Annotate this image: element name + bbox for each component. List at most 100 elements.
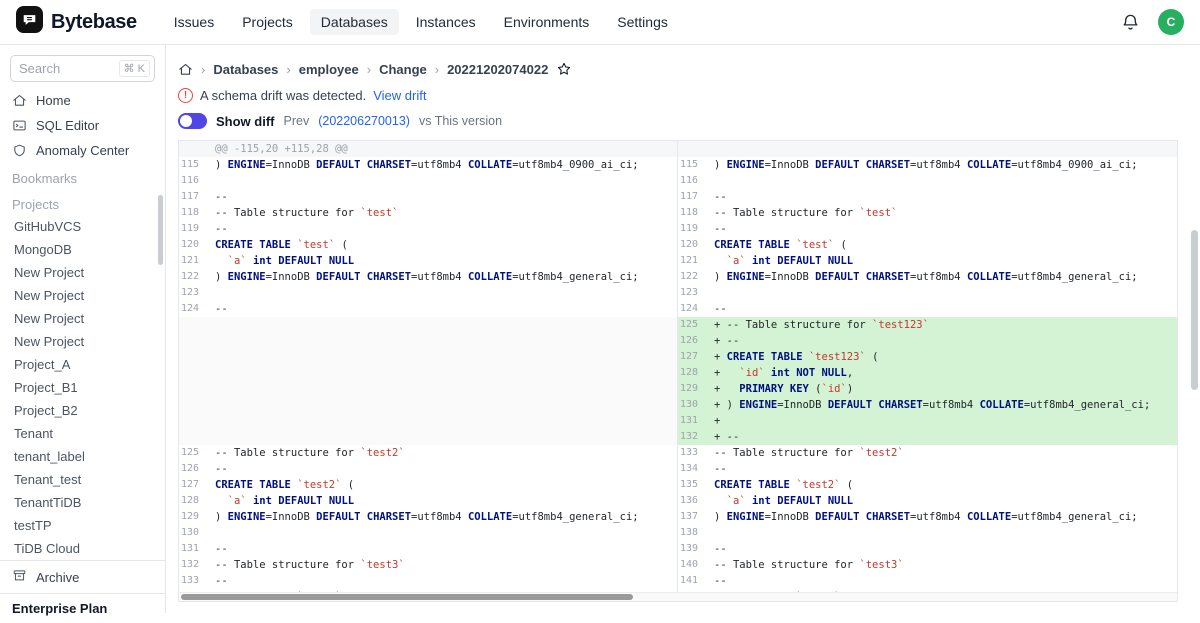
top-nav: IssuesProjectsDatabasesInstancesEnvironm… — [163, 9, 679, 35]
code-text — [209, 285, 677, 301]
line-number: 126 — [678, 333, 708, 349]
line-number: 129 — [179, 509, 209, 525]
diff-line-right-118: 118-- Table structure for `test` — [678, 205, 1177, 221]
archive-icon — [12, 568, 27, 586]
prev-version-link[interactable]: (202206270013) — [318, 114, 410, 128]
code-text: -- Table structure for `test` — [708, 205, 1177, 221]
diff-line-right-130: 130+ ) ENGINE=InnoDB DEFAULT CHARSET=utf… — [678, 397, 1177, 413]
sidebar-item-anomaly-center[interactable]: Anomaly Center — [0, 138, 165, 163]
project-item[interactable]: TiDB Cloud — [0, 537, 165, 560]
project-item[interactable]: TenantTiDB — [0, 491, 165, 514]
diff-line-left-129: 129) ENGINE=InnoDB DEFAULT CHARSET=utf8m… — [179, 509, 677, 525]
show-diff-toggle[interactable] — [178, 113, 207, 129]
project-item[interactable]: MongoDB — [0, 238, 165, 261]
line-number: 130 — [179, 525, 209, 541]
code-text — [209, 317, 677, 333]
code-text: CREATE TABLE `test2` ( — [708, 477, 1177, 493]
sidebar-item-home[interactable]: Home — [0, 88, 165, 113]
sidebar-item-archive[interactable]: Archive — [0, 560, 165, 593]
code-text: -- — [708, 461, 1177, 477]
project-item[interactable]: testTP — [0, 514, 165, 537]
nav-instances[interactable]: Instances — [405, 9, 487, 35]
code-text: CREATE TABLE `test` ( — [209, 237, 677, 253]
alert-text: A schema drift was detected. — [200, 88, 366, 103]
line-number: 120 — [678, 237, 708, 253]
sql-icon — [12, 118, 27, 133]
alert-circle-icon: ! — [178, 88, 193, 103]
code-text — [209, 525, 677, 541]
line-number — [179, 333, 209, 349]
code-text — [209, 333, 677, 349]
diff-line-right-124: 124-- — [678, 301, 1177, 317]
line-number — [179, 141, 209, 157]
diff-line-left — [179, 349, 677, 365]
sidebar-item-label: Home — [36, 93, 71, 108]
breadcrumb-item[interactable]: Databases — [213, 62, 278, 77]
breadcrumb-item[interactable]: employee — [299, 62, 359, 77]
nav-projects[interactable]: Projects — [231, 9, 304, 35]
project-item[interactable]: tenant_label — [0, 445, 165, 468]
diff-horizontal-scrollbar[interactable] — [181, 594, 633, 600]
code-text: ) ENGINE=InnoDB DEFAULT CHARSET=utf8mb4 … — [708, 509, 1177, 525]
line-number: 133 — [179, 573, 209, 589]
anomaly-icon — [12, 143, 27, 158]
breadcrumb-item[interactable]: Change — [379, 62, 427, 77]
diff-horizontal-scrollbar-track — [179, 592, 1177, 601]
breadcrumb-item[interactable]: 20221202074022 — [447, 62, 548, 77]
line-number: 121 — [179, 253, 209, 269]
code-text: + -- Table structure for `test123` — [708, 317, 1177, 333]
nav-databases[interactable]: Databases — [310, 9, 399, 35]
project-item[interactable]: Tenant — [0, 422, 165, 445]
diff-line-left-124: 124-- — [179, 301, 677, 317]
code-text: -- Table structure for `test2` — [209, 445, 677, 461]
diff-line-right-128: 128+ `id` int NOT NULL, — [678, 365, 1177, 381]
nav-environments[interactable]: Environments — [493, 9, 601, 35]
breadcrumb-home-icon[interactable] — [178, 62, 193, 77]
sidebar-nav: Home SQL Editor Anomaly Center — [0, 88, 165, 163]
code-text: `a` int DEFAULT NULL — [708, 253, 1177, 269]
project-item[interactable]: Project_B2 — [0, 399, 165, 422]
code-text: -- — [708, 189, 1177, 205]
project-item[interactable]: New Project — [0, 284, 165, 307]
project-item[interactable]: Project_B1 — [0, 376, 165, 399]
diff-line-left: @@ -115,20 +115,28 @@ — [179, 141, 677, 157]
line-number: 128 — [179, 493, 209, 509]
bytebase-logo[interactable]: Bytebase — [16, 6, 137, 38]
project-item[interactable]: Project_A — [0, 353, 165, 376]
diff-line-right-117: 117-- — [678, 189, 1177, 205]
avatar[interactable]: C — [1158, 9, 1184, 35]
view-drift-link[interactable]: View drift — [373, 88, 426, 103]
nav-issues[interactable]: Issues — [163, 9, 225, 35]
diff-line-left-131: 131-- — [179, 541, 677, 557]
line-number — [179, 397, 209, 413]
sidebar-item-label: SQL Editor — [36, 118, 99, 133]
line-number: 132 — [179, 557, 209, 573]
project-item[interactable]: Tenant_test — [0, 468, 165, 491]
code-text: -- — [209, 221, 677, 237]
window-scrollbar[interactable] — [1191, 230, 1198, 390]
sidebar-item-sql-editor[interactable]: SQL Editor — [0, 113, 165, 138]
line-number: 140 — [678, 557, 708, 573]
line-number — [179, 349, 209, 365]
nav-settings[interactable]: Settings — [606, 9, 679, 35]
project-item[interactable]: New Project — [0, 330, 165, 353]
code-text: -- — [209, 573, 677, 589]
diff-line-right-119: 119-- — [678, 221, 1177, 237]
code-text: + -- — [708, 333, 1177, 349]
project-item[interactable]: New Project — [0, 307, 165, 330]
bell-icon[interactable] — [1121, 13, 1140, 32]
code-text: -- — [209, 461, 677, 477]
sidebar-scrollbar[interactable] — [158, 195, 163, 265]
code-text: `a` int DEFAULT NULL — [708, 493, 1177, 509]
line-number: 124 — [179, 301, 209, 317]
diff-line-left-115: 115) ENGINE=InnoDB DEFAULT CHARSET=utf8m… — [179, 157, 677, 173]
code-text: -- — [708, 541, 1177, 557]
diff-line-right-131: 131+ — [678, 413, 1177, 429]
code-text: + ) ENGINE=InnoDB DEFAULT CHARSET=utf8mb… — [708, 397, 1177, 413]
star-icon[interactable] — [556, 61, 572, 77]
sidebar-item-label: Anomaly Center — [36, 143, 129, 158]
project-item[interactable]: New Project — [0, 261, 165, 284]
project-item[interactable]: GitHubVCS — [0, 215, 165, 238]
code-text: -- — [708, 221, 1177, 237]
section-bookmarks: Bookmarks — [0, 163, 165, 189]
